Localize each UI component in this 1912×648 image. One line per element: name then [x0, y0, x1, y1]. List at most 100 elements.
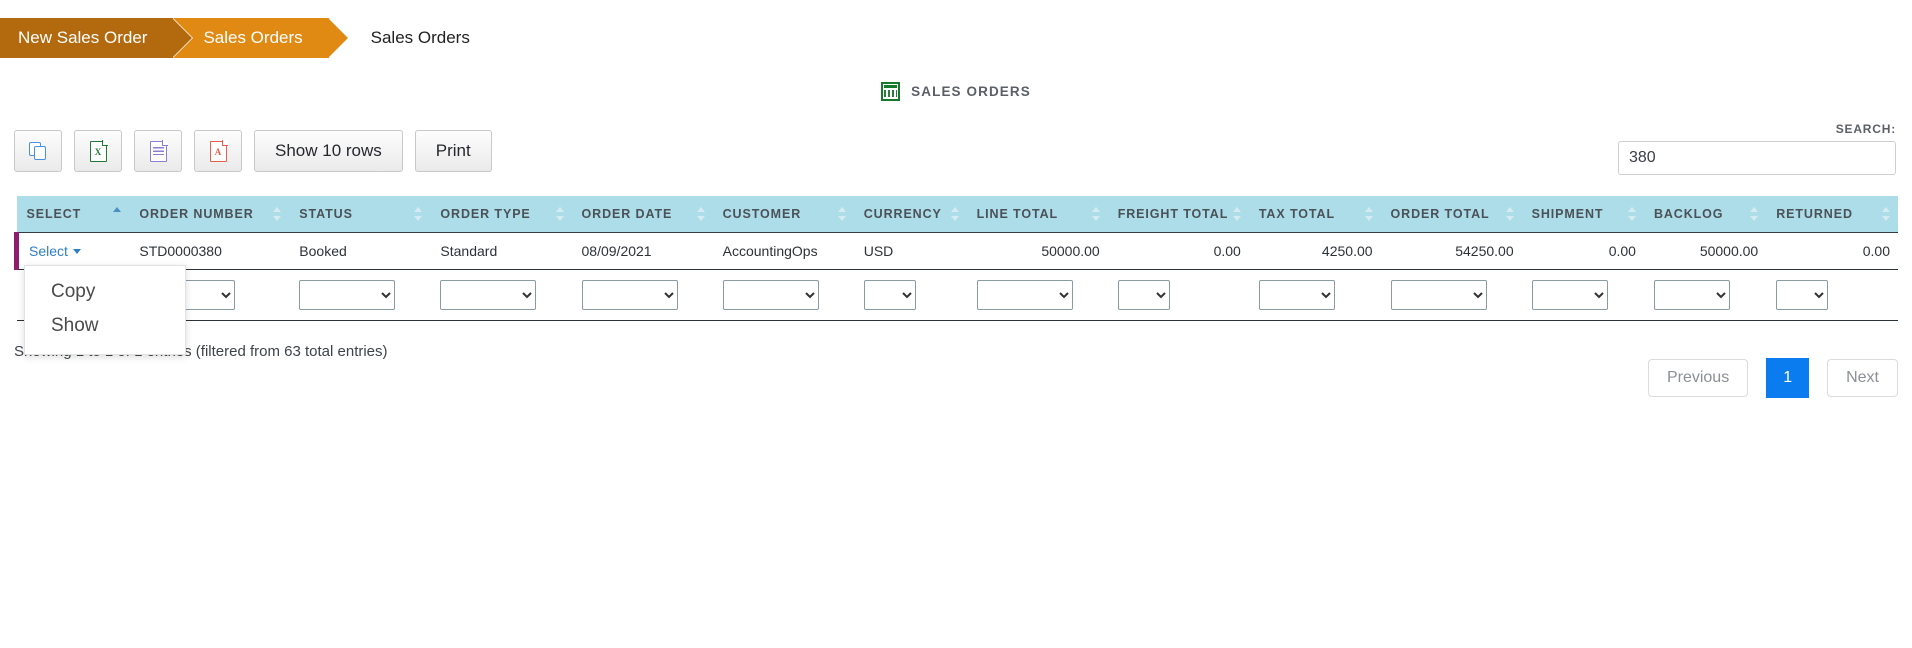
pagination-next-button[interactable]: Next [1827, 359, 1898, 397]
column-header-order-number[interactable]: ORDER NUMBER [129, 196, 290, 233]
cell-shipment: 0.00 [1521, 232, 1644, 270]
sort-arrows-icon [1750, 207, 1759, 221]
column-header-freight-total[interactable]: FREIGHT TOTAL [1107, 196, 1249, 233]
filter-cell-returned [1766, 269, 1898, 321]
export-pdf-button[interactable]: A [194, 130, 242, 172]
column-header-label: LINE TOTAL [976, 207, 1059, 221]
filter-select-returned[interactable] [1776, 280, 1829, 310]
column-header-order-date[interactable]: ORDER DATE [571, 196, 713, 233]
cell-customer: AccountingOps [712, 232, 854, 270]
cell-freight-total: 0.00 [1107, 232, 1249, 270]
export-csv-button[interactable] [134, 130, 182, 172]
breadcrumb-step-label: Sales Orders [203, 28, 303, 47]
filter-cell-backlog [1643, 269, 1767, 321]
cell-order-number: STD0000380 [129, 232, 290, 270]
filter-select-order-total[interactable] [1390, 280, 1487, 310]
filter-cell-order-date [571, 269, 713, 321]
search-input[interactable] [1618, 141, 1896, 175]
pagination-previous-button[interactable]: Previous [1647, 359, 1749, 397]
menu-item-show[interactable]: Show [25, 309, 185, 343]
breadcrumb-step-sales-orders[interactable]: Sales Orders [173, 18, 348, 58]
sort-arrows-icon [414, 207, 423, 221]
filter-cell-status [289, 269, 431, 321]
copy-icon [28, 141, 48, 161]
filter-select-shipment[interactable] [1531, 280, 1608, 310]
column-header-order-total[interactable]: ORDER TOTAL [1380, 196, 1522, 233]
filter-select-order-date[interactable] [581, 280, 678, 310]
pagination-page-1-button[interactable]: 1 [1766, 358, 1810, 398]
chevron-down-icon [72, 248, 81, 254]
column-header-line-total[interactable]: LINE TOTAL [966, 196, 1108, 233]
breadcrumb-current-label: Sales Orders [370, 28, 470, 47]
column-header-label: CUSTOMER [722, 207, 802, 221]
sort-arrows-icon [555, 207, 565, 221]
page-title-label: SALES ORDERS [911, 84, 1031, 99]
csv-file-icon [149, 139, 168, 162]
breadcrumb-step-label: New Sales Order [18, 28, 148, 47]
filter-cell-shipment [1521, 269, 1644, 321]
filter-cell-customer [712, 269, 854, 321]
table-row: Select STD0000380 Booked Standard 08/09/… [14, 232, 1898, 270]
sales-orders-table: SELECT ORDER NUMBER STATUS ORDER TYPE OR… [14, 196, 1898, 321]
grid-table-icon [881, 82, 901, 101]
column-header-customer[interactable]: CUSTOMER [712, 196, 854, 233]
column-header-order-type[interactable]: ORDER TYPE [430, 196, 572, 233]
sort-arrows-icon [837, 207, 847, 221]
table-toolbar: X A Show 10 rows Print [14, 130, 492, 172]
cell-returned: 0.00 [1766, 232, 1898, 270]
filter-select-tax-total[interactable] [1258, 280, 1335, 310]
print-button[interactable]: Print [414, 130, 492, 172]
sort-arrows-icon [113, 207, 122, 221]
column-header-backlog[interactable]: BACKLOG [1643, 196, 1767, 233]
pdf-file-icon: A [209, 139, 228, 162]
sort-arrows-icon [1627, 207, 1637, 221]
column-header-label: SELECT [26, 207, 82, 221]
cell-select[interactable]: Select [14, 232, 130, 270]
column-header-label: ORDER DATE [581, 207, 673, 221]
cell-order-total: 54250.00 [1380, 232, 1522, 270]
row-select-dropdown[interactable]: Select [29, 243, 81, 259]
copy-button[interactable] [14, 130, 62, 172]
page-title: SALES ORDERS [0, 82, 1912, 101]
filter-select-status[interactable] [299, 280, 396, 310]
column-header-tax-total[interactable]: TAX TOTAL [1248, 196, 1381, 233]
breadcrumb-step-new-sales-order[interactable]: New Sales Order [0, 18, 193, 58]
column-header-status[interactable]: STATUS [289, 196, 431, 233]
cell-currency: USD [853, 232, 967, 270]
column-header-returned[interactable]: RETURNED [1766, 196, 1898, 233]
filter-cell-currency [853, 269, 967, 321]
sort-arrows-icon [1364, 207, 1374, 221]
search-label: SEARCH: [1835, 122, 1896, 136]
filter-select-freight-total[interactable] [1117, 280, 1170, 310]
export-excel-button[interactable]: X [74, 130, 122, 172]
sort-arrows-icon [950, 207, 960, 221]
search-area: SEARCH: [1618, 122, 1896, 175]
pdf-file-letter: A [214, 147, 222, 157]
sort-arrows-icon [1091, 207, 1101, 221]
breadcrumb: New Sales Order Sales Orders Sales Order… [0, 18, 470, 58]
column-header-label: ORDER TYPE [440, 207, 531, 221]
filter-select-line-total[interactable] [976, 280, 1073, 310]
column-header-shipment[interactable]: SHIPMENT [1521, 196, 1644, 233]
filter-select-customer[interactable] [722, 280, 819, 310]
column-header-label: RETURNED [1776, 207, 1853, 221]
column-header-label: BACKLOG [1653, 207, 1724, 221]
menu-item-copy[interactable]: Copy [25, 275, 185, 309]
column-header-currency[interactable]: CURRENCY [853, 196, 967, 233]
column-header-label: ORDER NUMBER [139, 207, 254, 221]
column-header-label: ORDER TOTAL [1390, 207, 1490, 221]
column-header-select[interactable]: SELECT [16, 196, 130, 233]
excel-file-icon: X [89, 139, 108, 162]
column-header-label: TAX TOTAL [1258, 207, 1335, 221]
filter-select-currency[interactable] [863, 280, 916, 310]
cell-tax-total: 4250.00 [1248, 232, 1381, 270]
filter-cell-order-type [430, 269, 572, 321]
breadcrumb-current: Sales Orders [329, 18, 470, 58]
column-header-label: CURRENCY [863, 207, 942, 221]
filter-cell-tax-total [1248, 269, 1381, 321]
filter-select-order-type[interactable] [440, 280, 537, 310]
filter-select-backlog[interactable] [1653, 280, 1730, 310]
filter-cell-freight-total [1107, 269, 1249, 321]
show-rows-button[interactable]: Show 10 rows [254, 130, 403, 172]
filter-cell-order-total [1380, 269, 1522, 321]
